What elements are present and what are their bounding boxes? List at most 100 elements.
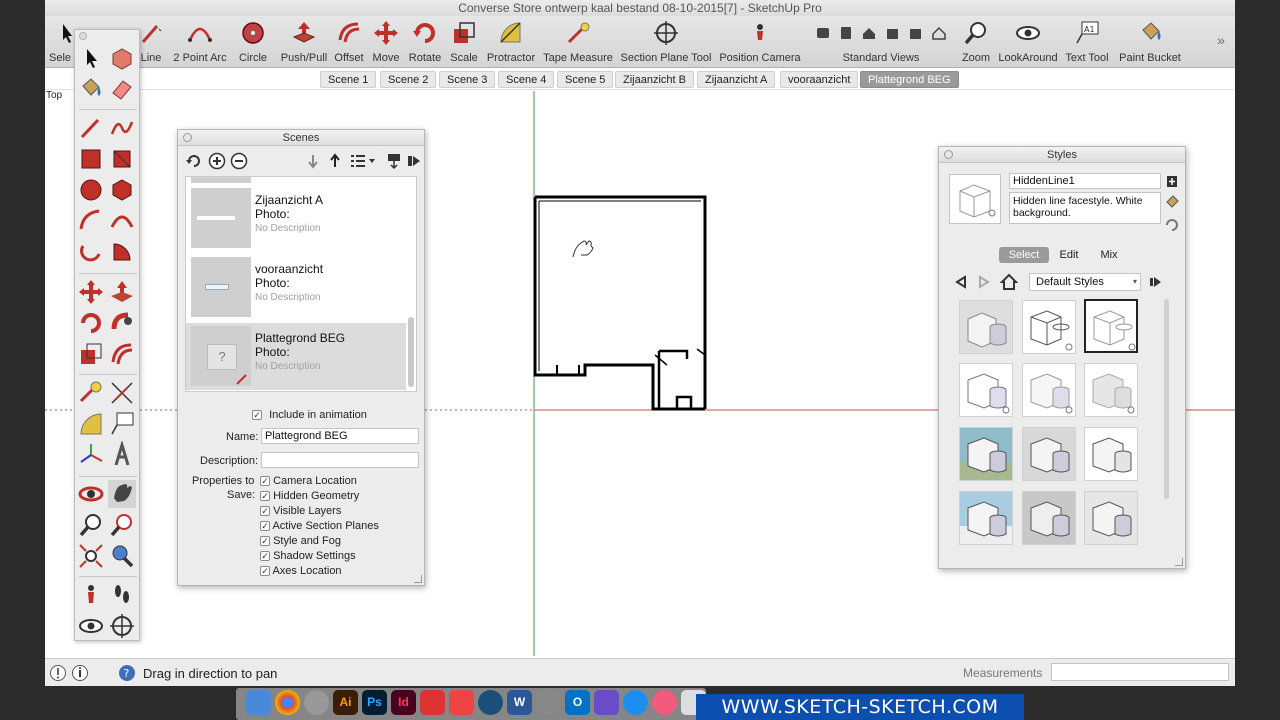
toolbar-line-button[interactable]: Line: [139, 20, 163, 64]
toolbar-offset-button[interactable]: Offset: [333, 20, 365, 64]
style-thumbnail[interactable]: [1022, 300, 1076, 354]
style-thumbnail[interactable]: [1022, 363, 1076, 417]
update-style-icon[interactable]: [1164, 193, 1180, 209]
imovie-icon[interactable]: [594, 690, 619, 715]
style-thumbnail[interactable]: [1084, 491, 1138, 545]
move-scene-up-icon[interactable]: [327, 152, 343, 170]
tool-three-point-arc-icon[interactable]: [77, 238, 105, 266]
toolbar-push-pull-button[interactable]: Push/Pull: [279, 20, 329, 64]
tool-tape-measure-icon[interactable]: [77, 379, 105, 407]
toolbar-position-camera-button[interactable]: Position Camera: [717, 20, 803, 64]
credits-icon[interactable]: [71, 664, 89, 682]
scene-tab-vooraanzicht[interactable]: vooraanzicht: [780, 71, 859, 88]
tool-axes-icon[interactable]: [77, 441, 105, 469]
toolbar-paint-bucket-button[interactable]: Paint Bucket: [1115, 20, 1185, 64]
app-store-icon[interactable]: [623, 690, 648, 715]
tool-pie-icon[interactable]: [108, 238, 136, 266]
toolbar-2-point-arc-button[interactable]: 2 Point Arc: [171, 20, 229, 64]
styles-tab-select[interactable]: Select: [999, 247, 1049, 263]
tool-3d-text-icon[interactable]: [108, 441, 136, 469]
home-icon[interactable]: [1000, 273, 1018, 291]
tool-protractor-icon[interactable]: [77, 410, 105, 438]
scene-tab-5[interactable]: Scene 5: [557, 71, 614, 88]
style-thumbnail[interactable]: [1084, 363, 1138, 417]
property-style-and-fog[interactable]: ✓ Style and Fog: [260, 534, 379, 549]
styles-tab-edit[interactable]: Edit: [1051, 247, 1087, 263]
tool-rotate-icon[interactable]: [77, 309, 105, 337]
finder-icon[interactable]: [246, 690, 271, 715]
remove-scene-icon[interactable]: [230, 152, 248, 170]
outlook-icon[interactable]: O: [565, 690, 590, 715]
sync-icon[interactable]: [1164, 217, 1180, 233]
scene-tab-1[interactable]: Scene 1: [320, 71, 377, 88]
launchpad-icon[interactable]: [304, 690, 329, 715]
styles-tab-mix[interactable]: Mix: [1089, 247, 1129, 263]
tool-walk-icon[interactable]: [108, 581, 136, 609]
scene-tab-plattegrond-beg[interactable]: Plattegrond BEG: [860, 71, 959, 88]
add-scene-icon[interactable]: [208, 152, 226, 170]
scene-tab-zijaanzicht-a[interactable]: Zijaanzicht A: [697, 71, 776, 88]
property-camera-location[interactable]: ✓ Camera Location: [260, 474, 379, 489]
resize-grip-icon[interactable]: [1175, 558, 1183, 566]
tool-position-camera-icon[interactable]: [77, 581, 105, 609]
property-axes-location[interactable]: ✓ Axes Location: [260, 564, 379, 579]
property-hidden-geometry[interactable]: ✓ Hidden Geometry: [260, 489, 379, 504]
scene-list-item[interactable]: vooraanzicht Photo: No Description: [186, 254, 406, 321]
resize-grip-icon[interactable]: [414, 575, 422, 583]
include-animation-row[interactable]: ✓ Include in animation: [252, 409, 367, 421]
refresh-icon[interactable]: [185, 152, 203, 170]
measurements-input[interactable]: [1051, 663, 1229, 681]
indesign-icon[interactable]: Id: [391, 690, 416, 715]
toolbar-look-around-button[interactable]: LookAround: [997, 20, 1059, 64]
toolbar-overflow-chevron-icon[interactable]: »: [1213, 32, 1229, 48]
tool-orbit-icon[interactable]: [77, 480, 105, 508]
photoshop-icon[interactable]: Ps: [362, 690, 387, 715]
style-thumbnail[interactable]: [959, 363, 1013, 417]
style-thumbnail-selected[interactable]: [1084, 299, 1138, 353]
sketchup-icon[interactable]: [420, 690, 445, 715]
layout-icon[interactable]: [449, 690, 474, 715]
tool-two-point-arc-icon[interactable]: [108, 207, 136, 235]
tool-previous-view-icon[interactable]: [108, 542, 136, 570]
style-thumbnail[interactable]: [1084, 427, 1138, 481]
create-style-icon[interactable]: [1164, 173, 1180, 189]
tool-dimension-icon[interactable]: [108, 379, 136, 407]
tool-rotated-rectangle-icon[interactable]: [108, 145, 136, 173]
itunes-icon[interactable]: [652, 690, 677, 715]
tool-freehand-icon[interactable]: [108, 114, 136, 142]
tool-follow-me-icon[interactable]: [108, 309, 136, 337]
toolbar-text-tool-button[interactable]: A1 Text Tool: [1063, 20, 1111, 64]
tool-arc-icon[interactable]: [77, 207, 105, 235]
tool-eraser-icon[interactable]: [108, 75, 136, 103]
tool-zoom-icon[interactable]: [77, 511, 105, 539]
details-arrow-icon[interactable]: [1148, 274, 1164, 290]
toolbar-scale-button[interactable]: Scale: [449, 20, 479, 64]
toolbar-tape-measure-button[interactable]: Tape Measure: [543, 20, 613, 64]
scene-list-item[interactable]: Zijaanzicht A Photo: No Description: [186, 185, 406, 252]
tool-text-icon[interactable]: [108, 410, 136, 438]
scenes-panel-close-button[interactable]: [183, 133, 192, 142]
tool-scale-icon[interactable]: [77, 340, 105, 368]
style-description-field[interactable]: Hidden line facestyle. White background.: [1009, 192, 1161, 224]
scene-tab-2[interactable]: Scene 2: [380, 71, 437, 88]
style-thumbnail[interactable]: [1022, 491, 1076, 545]
style-name-field[interactable]: HiddenLine1: [1009, 173, 1161, 189]
scene-list-item-selected[interactable]: ? Plattegrond BEG Photo: No Description: [186, 323, 406, 390]
tool-rectangle-icon[interactable]: [77, 145, 105, 173]
show-details-icon[interactable]: [386, 152, 402, 170]
toolbar-standard-views-group[interactable]: Standard Views: [809, 20, 953, 64]
palette-close-button[interactable]: [79, 32, 87, 40]
toolbar-rotate-button[interactable]: Rotate: [407, 20, 443, 64]
tool-select-icon[interactable]: [77, 44, 105, 72]
word-icon[interactable]: W: [507, 690, 532, 715]
toolbar-move-button[interactable]: Move: [371, 20, 401, 64]
tool-move-icon[interactable]: [77, 278, 105, 306]
tool-circle-icon[interactable]: [77, 176, 105, 204]
tool-offset-icon[interactable]: [108, 340, 136, 368]
tool-section-plane-icon[interactable]: [108, 612, 136, 640]
toolbar-select-button[interactable]: Sele: [45, 20, 75, 64]
tool-paint-bucket-icon[interactable]: [77, 75, 105, 103]
view-options-icon[interactable]: [349, 152, 377, 170]
scene-description-field[interactable]: [261, 452, 419, 468]
property-shadow-settings[interactable]: ✓ Shadow Settings: [260, 549, 379, 564]
